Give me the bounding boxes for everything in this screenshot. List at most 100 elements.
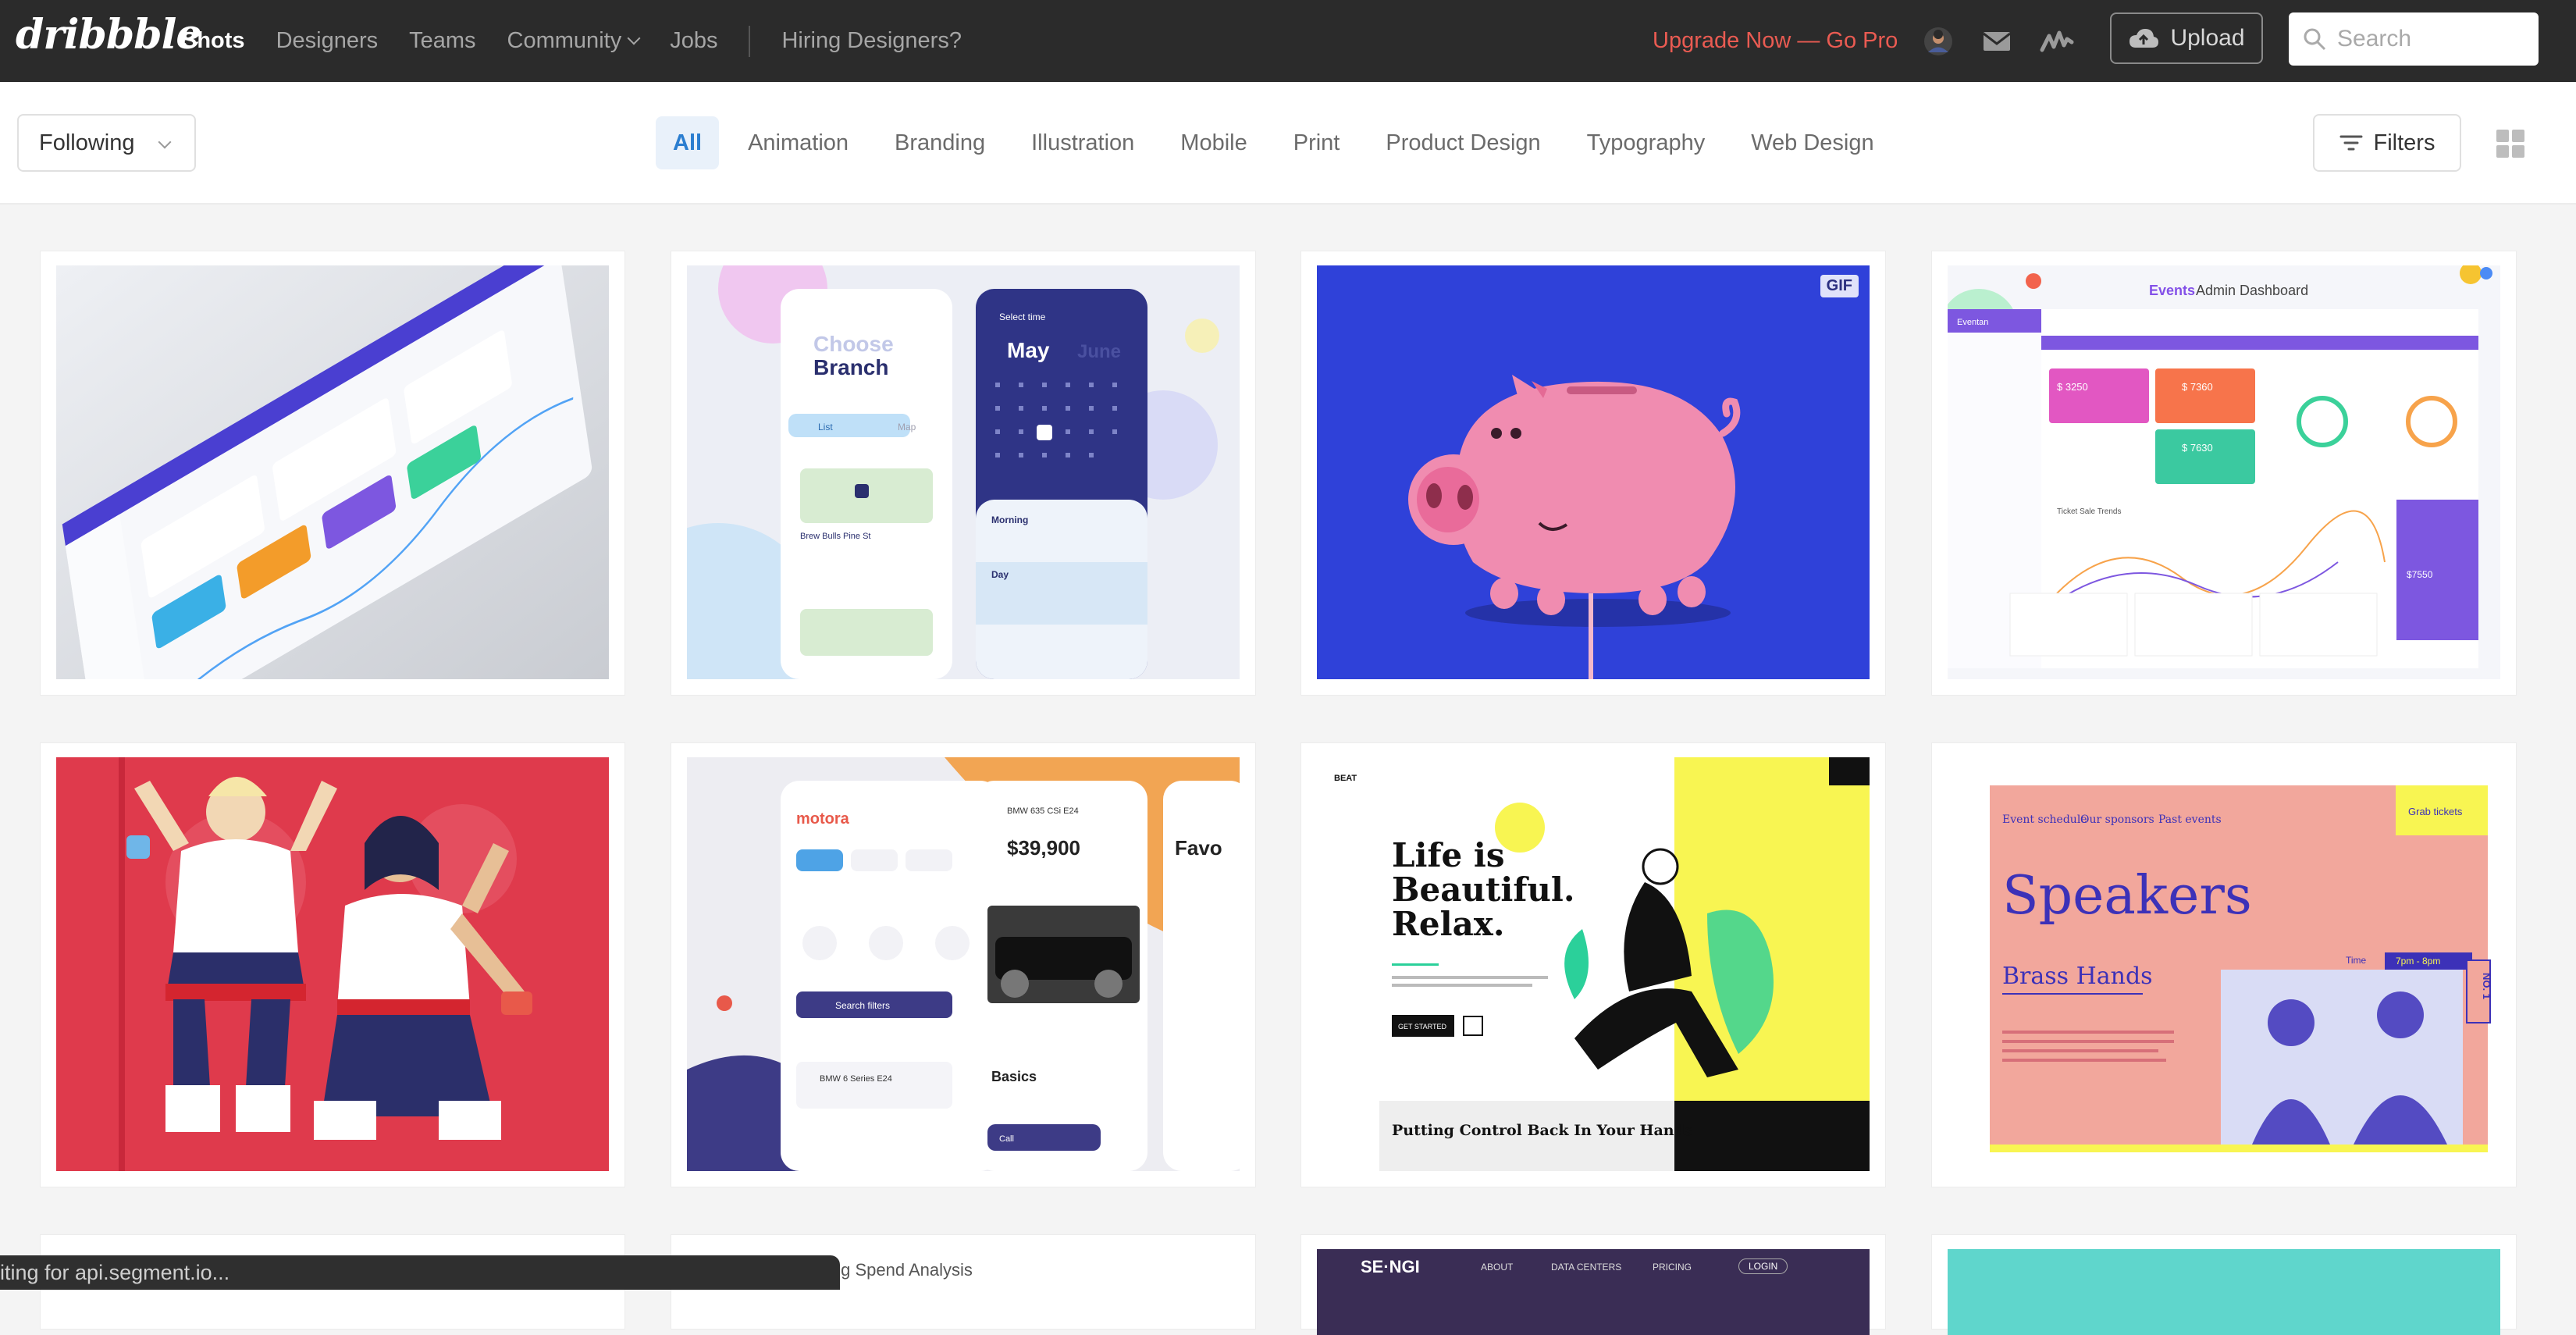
filters-button[interactable]: Filters xyxy=(2313,114,2461,172)
link-past-events: Past events xyxy=(2158,813,2222,826)
avatar[interactable] xyxy=(1920,23,1956,59)
grid-view-icon[interactable] xyxy=(2496,130,2524,158)
pro-nav: Upgrade Now — Go Pro xyxy=(1653,0,1898,82)
link-schedule: Event schedule xyxy=(2002,813,2087,826)
shot-card[interactable]: motora Search filters BMW 6 Series E24 B… xyxy=(671,743,1255,1187)
headline-line-3: Relax. xyxy=(1392,905,1504,943)
call-label: Call xyxy=(999,1134,1014,1144)
events-value-1: $ 3250 xyxy=(2057,381,2088,393)
events-title-rest: Admin Dashboard xyxy=(2196,283,2308,298)
link-sponsors: Our sponsors xyxy=(2080,813,2154,826)
issue-number: NO. 1 xyxy=(2481,973,2492,999)
shot-card[interactable] xyxy=(1932,1235,2516,1335)
month-next-label: June xyxy=(1077,341,1121,362)
nav-teams[interactable]: Teams xyxy=(409,28,475,54)
motora-brand: motora xyxy=(796,810,850,828)
nav-community[interactable]: Community xyxy=(507,28,641,54)
tab-typography[interactable]: Typography xyxy=(1570,116,1723,169)
shot-card[interactable]: GIF xyxy=(1301,251,1885,695)
ticket-trends-label: Ticket Sale Trends xyxy=(2057,507,2121,516)
select-time: Select time xyxy=(999,312,1046,322)
sengi-login: LOGIN xyxy=(1738,1258,1788,1274)
search-filters-label: Search filters xyxy=(835,1000,890,1011)
headline-line-2: Beautiful. xyxy=(1392,870,1575,909)
filter-icon xyxy=(2339,135,2363,151)
beat-subheading: Putting Control Back In Your Hands xyxy=(1392,1122,1693,1139)
top-navigation: dribbble Shots Designers Teams Community… xyxy=(0,0,2576,82)
shot-thumbnail-events-admin[interactable]: Events Admin Dashboard Eventan $ 3250 $ … xyxy=(1948,265,2500,679)
shot-thumbnail-beat[interactable]: BEAT Life is Beautiful. Relax. GET START… xyxy=(1317,757,1870,1171)
filters-label: Filters xyxy=(2373,130,2435,155)
shot-card[interactable]: Choose Branch List Map Brew Bulls Pine S… xyxy=(671,251,1255,695)
upload-label: Upload xyxy=(2170,25,2245,51)
shot-thumbnail-piggy-bank[interactable]: GIF xyxy=(1317,265,1870,679)
tab-print[interactable]: Print xyxy=(1276,116,1357,169)
sengi-link: DATA CENTERS xyxy=(1551,1262,1622,1273)
car-price: $39,900 xyxy=(1007,836,1080,860)
recent-search: BMW 6 Series E24 xyxy=(820,1074,892,1084)
nav-divider xyxy=(749,25,751,57)
shot-thumbnail-sengi[interactable]: SE·NGI ABOUT DATA CENTERS PRICING LOGIN xyxy=(1317,1249,1870,1335)
shot-card[interactable]: BEAT Life is Beautiful. Relax. GET START… xyxy=(1301,743,1885,1187)
browser-status-bar: iting for api.segment.io... xyxy=(0,1255,840,1290)
upgrade-pro-link[interactable]: Upgrade Now — Go Pro xyxy=(1653,28,1898,54)
cloud-upload-icon xyxy=(2129,29,2159,48)
shot-card[interactable]: Events Admin Dashboard Eventan $ 3250 $ … xyxy=(1932,251,2516,695)
time-label: Time xyxy=(2346,955,2367,966)
month-label: May xyxy=(1007,338,1050,362)
tab-branding[interactable]: Branding xyxy=(877,116,1002,169)
headline-line-1: Life is xyxy=(1392,836,1505,874)
tab-animation[interactable]: Animation xyxy=(731,116,866,169)
upload-button[interactable]: Upload xyxy=(2110,12,2263,64)
get-started-button: GET STARTED xyxy=(1398,1023,1447,1031)
tab-mobile[interactable]: Mobile xyxy=(1163,116,1264,169)
events-value-3: $ 7630 xyxy=(2182,442,2213,454)
main-nav: Shots Designers Teams Community Jobs Hir… xyxy=(182,0,993,82)
search-box[interactable] xyxy=(2289,12,2539,66)
map-tab: Map xyxy=(898,422,916,433)
day-label: Day xyxy=(991,569,1009,580)
shot-card[interactable]: Event schedule Our sponsors Past events … xyxy=(1932,743,2516,1187)
chevron-down-icon xyxy=(158,135,172,149)
category-tabs: All Animation Branding Illustration Mobi… xyxy=(656,115,1903,171)
tab-web-design[interactable]: Web Design xyxy=(1734,116,1891,169)
sengi-link: PRICING xyxy=(1653,1262,1692,1273)
nav-designers[interactable]: Designers xyxy=(276,28,379,54)
shot-card[interactable] xyxy=(41,743,624,1187)
shot-caption: ing Spend Analysis xyxy=(827,1260,973,1280)
sengi-link: ABOUT xyxy=(1481,1262,1514,1273)
beat-brand: BEAT xyxy=(1334,774,1357,783)
tab-illustration[interactable]: Illustration xyxy=(1014,116,1151,169)
favo-heading: Favo xyxy=(1175,836,1222,860)
shot-card[interactable] xyxy=(41,251,624,695)
following-label: Following xyxy=(39,130,135,155)
shot-thumbnail-choose-branch[interactable]: Choose Branch List Map Brew Bulls Pine S… xyxy=(687,265,1240,679)
shot-thumbnail-speakers[interactable]: Event schedule Our sponsors Past events … xyxy=(1948,757,2500,1171)
mail-icon[interactable] xyxy=(1979,23,2015,59)
tab-product-design[interactable]: Product Design xyxy=(1368,116,1557,169)
shot-thumbnail-motora[interactable]: motora Search filters BMW 6 Series E24 B… xyxy=(687,757,1240,1171)
activity-icon[interactable] xyxy=(2039,23,2075,59)
shot-card[interactable]: SE·NGI ABOUT DATA CENTERS PRICING LOGIN xyxy=(1301,1235,1885,1335)
nav-jobs[interactable]: Jobs xyxy=(670,28,717,54)
dribbble-logo[interactable]: dribbble xyxy=(16,11,201,59)
events-value-4: $7550 xyxy=(2407,569,2433,580)
events-value-2: $ 7360 xyxy=(2182,381,2213,393)
speakers-title: Speakers xyxy=(2002,865,2252,927)
shot-thumbnail-dashboard[interactable] xyxy=(56,265,609,679)
tab-all[interactable]: All xyxy=(656,116,720,169)
morning-label: Morning xyxy=(991,514,1028,525)
nav-hiring-designers[interactable]: Hiring Designers? xyxy=(781,28,962,54)
search-input[interactable] xyxy=(2336,25,2526,53)
shot-thumbnail-teal[interactable] xyxy=(1948,1249,2500,1335)
filter-bar: Following All Animation Branding Illustr… xyxy=(0,82,2576,205)
following-dropdown[interactable]: Following xyxy=(17,114,196,172)
car-model: BMW 635 CSi E24 xyxy=(1007,806,1079,816)
grab-tickets: Grab tickets xyxy=(2408,806,2463,817)
chevron-down-icon xyxy=(627,31,641,45)
speakers-subtitle: Brass Hands xyxy=(2002,963,2153,990)
nav-shots[interactable]: Shots xyxy=(182,28,245,54)
time-value: 7pm - 8pm xyxy=(2396,956,2440,967)
shot-thumbnail-wrestlers[interactable] xyxy=(56,757,609,1171)
branch-text: Branch xyxy=(813,355,888,379)
